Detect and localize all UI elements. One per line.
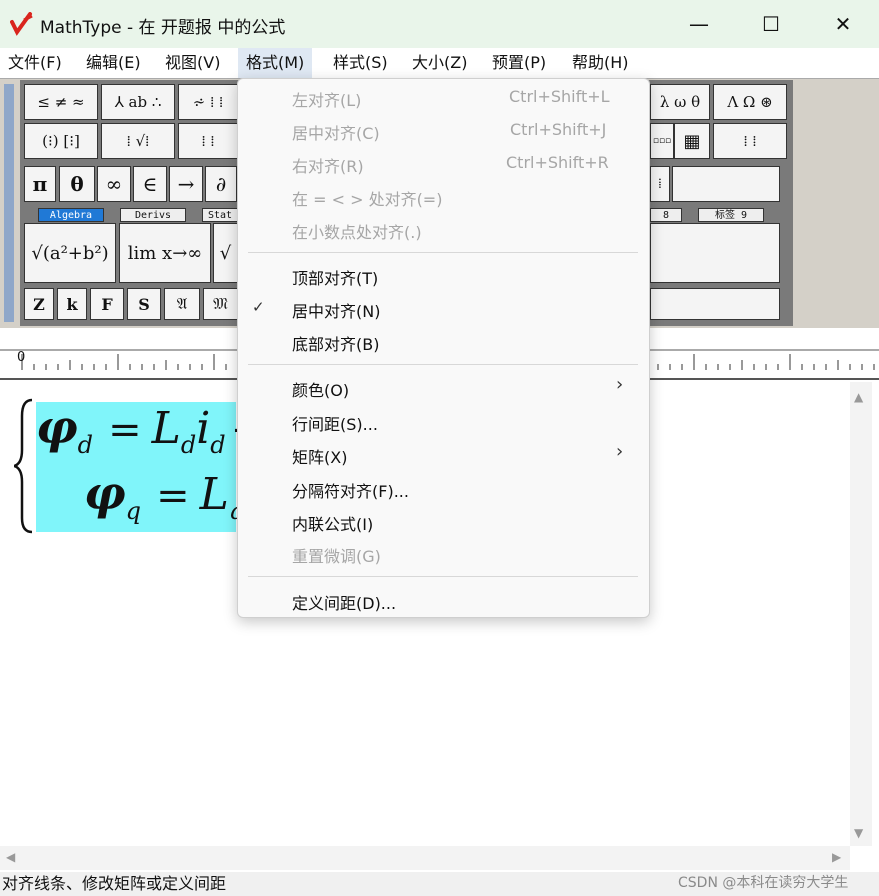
relations-palette-button[interactable]: ≤ ≠ ≈ [24, 84, 98, 120]
subscript-d: d [180, 431, 197, 459]
scroll-left-icon[interactable]: ◀ [6, 850, 15, 864]
tab-algebra[interactable]: Algebra [38, 208, 104, 222]
menu-style[interactable]: 样式(S) [325, 48, 396, 78]
letter-k-button[interactable]: k [57, 288, 87, 320]
menu-item-align-center[interactable]: 居中对齐(C) [292, 120, 380, 144]
menu-edit[interactable]: 编辑(E) [78, 48, 149, 78]
equation-line-2[interactable]: φq =Lqi [84, 466, 258, 525]
tab-8[interactable]: 8 [650, 208, 682, 222]
menu-item-color[interactable]: 颜色(O) [292, 377, 349, 401]
spaces-palette-button[interactable]: ⅄ ab ∴ [101, 84, 175, 120]
menu-item-align-top[interactable]: 顶部对齐(T) [292, 265, 378, 289]
subscript-d: d [77, 431, 93, 459]
horizontal-scrollbar[interactable] [0, 846, 850, 870]
embellishments-palette-button[interactable]: ⩫ ⁞ ⁞ [178, 84, 238, 120]
fractions-palette-button[interactable]: ⁞ √⁞ [101, 123, 175, 159]
scripts-palette-button[interactable]: ⁞ ⁞ [178, 123, 238, 159]
status-text: 对齐线条、修改矩阵或定义间距 [2, 874, 227, 893]
letter-f-button[interactable]: F [90, 288, 124, 320]
theta-symbol-button[interactable]: θ [59, 166, 95, 202]
arrow-symbol-button[interactable]: → [169, 166, 203, 202]
subscript-q: q [125, 497, 141, 525]
watermark-text: CSDN @本科在读穷大学生 [678, 875, 849, 891]
empty-letter-slot[interactable] [650, 288, 780, 320]
infinity-symbol-button[interactable]: ∞ [97, 166, 131, 202]
equals-sign: = [108, 407, 142, 453]
fraktur-a-button[interactable]: 𝔄 [164, 288, 200, 320]
menu-item-align-at-decimal[interactable]: 在小数点处对齐(.) [292, 219, 422, 243]
menu-item-matrix[interactable]: 矩阵(X) [292, 444, 347, 468]
inductance-L: L [151, 403, 181, 454]
limit-template[interactable]: lim x→∞ [119, 223, 211, 283]
submenu-arrow-icon: › [616, 374, 624, 395]
menu-help[interactable]: 帮助(H) [564, 48, 637, 78]
vertical-scrollbar[interactable] [850, 382, 872, 846]
element-of-symbol-button[interactable]: ∈ [133, 166, 167, 202]
menu-item-align-middle[interactable]: 居中对齐(N) [292, 298, 380, 322]
scroll-down-icon[interactable]: ▼ [854, 826, 863, 840]
menu-format[interactable]: 格式(M) [238, 48, 313, 78]
ruler-zero-label: 0 [17, 350, 26, 365]
menu-item-align-left[interactable]: 左对齐(L) [292, 87, 361, 111]
scroll-right-icon[interactable]: ▶ [832, 850, 841, 864]
equals-sign: = [156, 473, 190, 519]
menu-item-delimiter-alignment[interactable]: 分隔符对齐(F)... [292, 478, 409, 502]
empty-template-slot[interactable] [650, 223, 780, 283]
mathtype-logo-icon [10, 12, 33, 36]
menu-file[interactable]: 文件(F) [0, 48, 70, 78]
fences-palette-button[interactable]: (⁝) [⁝] [24, 123, 98, 159]
equation-line-1[interactable]: φd =Ldid + [36, 400, 264, 459]
menu-item-define-spacing[interactable]: 定义间距(D)... [292, 590, 396, 614]
window-title: MathType - 在 开题报 中的公式 [40, 18, 286, 38]
menu-separator [248, 252, 638, 253]
letter-z-button[interactable]: Z [24, 288, 54, 320]
fraktur-m-button[interactable]: 𝔐 [203, 288, 238, 320]
toolbar-grip[interactable] [4, 84, 14, 322]
phi-symbol: φ [36, 400, 78, 454]
close-button[interactable]: ✕ [807, 0, 879, 48]
tab-9[interactable]: 标签 9 [698, 208, 764, 222]
partial-symbol-button[interactable]: ∂ [205, 166, 237, 202]
minimize-button[interactable]: — [663, 0, 735, 48]
tab-stat[interactable]: Stat [202, 208, 238, 222]
menu-separator [248, 364, 638, 365]
tab-derivs[interactable]: Derivs [120, 208, 186, 222]
menu-item-line-spacing[interactable]: 行间距(S)... [292, 411, 378, 435]
sqrt-sum-squares-template[interactable]: √(a²+b²) [24, 223, 116, 283]
menu-preferences[interactable]: 预置(P) [484, 48, 554, 78]
checkmark-icon: ✓ [252, 298, 265, 316]
menu-size[interactable]: 大小(Z) [404, 48, 475, 78]
radical-template[interactable]: √ [213, 223, 238, 283]
menu-item-align-right[interactable]: 右对齐(R) [292, 153, 364, 177]
menu-item-align-at-relation[interactable]: 在 = < > 处对齐(=) [292, 186, 442, 210]
current-i: i [196, 403, 211, 454]
inductance-L: L [199, 469, 229, 520]
shortcut-align-right: Ctrl+Shift+R [506, 153, 609, 172]
letter-s-button[interactable]: S [127, 288, 161, 320]
subscript-d: d [210, 431, 226, 459]
scroll-up-icon[interactable]: ▲ [854, 390, 863, 404]
pi-symbol-button[interactable]: π [24, 166, 56, 202]
menu-item-align-bottom[interactable]: 底部对齐(B) [292, 331, 379, 355]
shortcut-align-center: Ctrl+Shift+J [510, 120, 607, 139]
menu-item-inline-equation[interactable]: 内联公式(I) [292, 511, 373, 535]
menu-view[interactable]: 视图(V) [157, 48, 228, 78]
phi-symbol: φ [84, 466, 126, 520]
menu-separator [248, 576, 638, 577]
submenu-arrow-icon: › [616, 441, 624, 462]
maximize-button[interactable]: ☐ [735, 0, 807, 48]
menu-item-reset-nudge[interactable]: 重置微调(G) [292, 543, 381, 567]
shortcut-align-left: Ctrl+Shift+L [509, 87, 610, 106]
